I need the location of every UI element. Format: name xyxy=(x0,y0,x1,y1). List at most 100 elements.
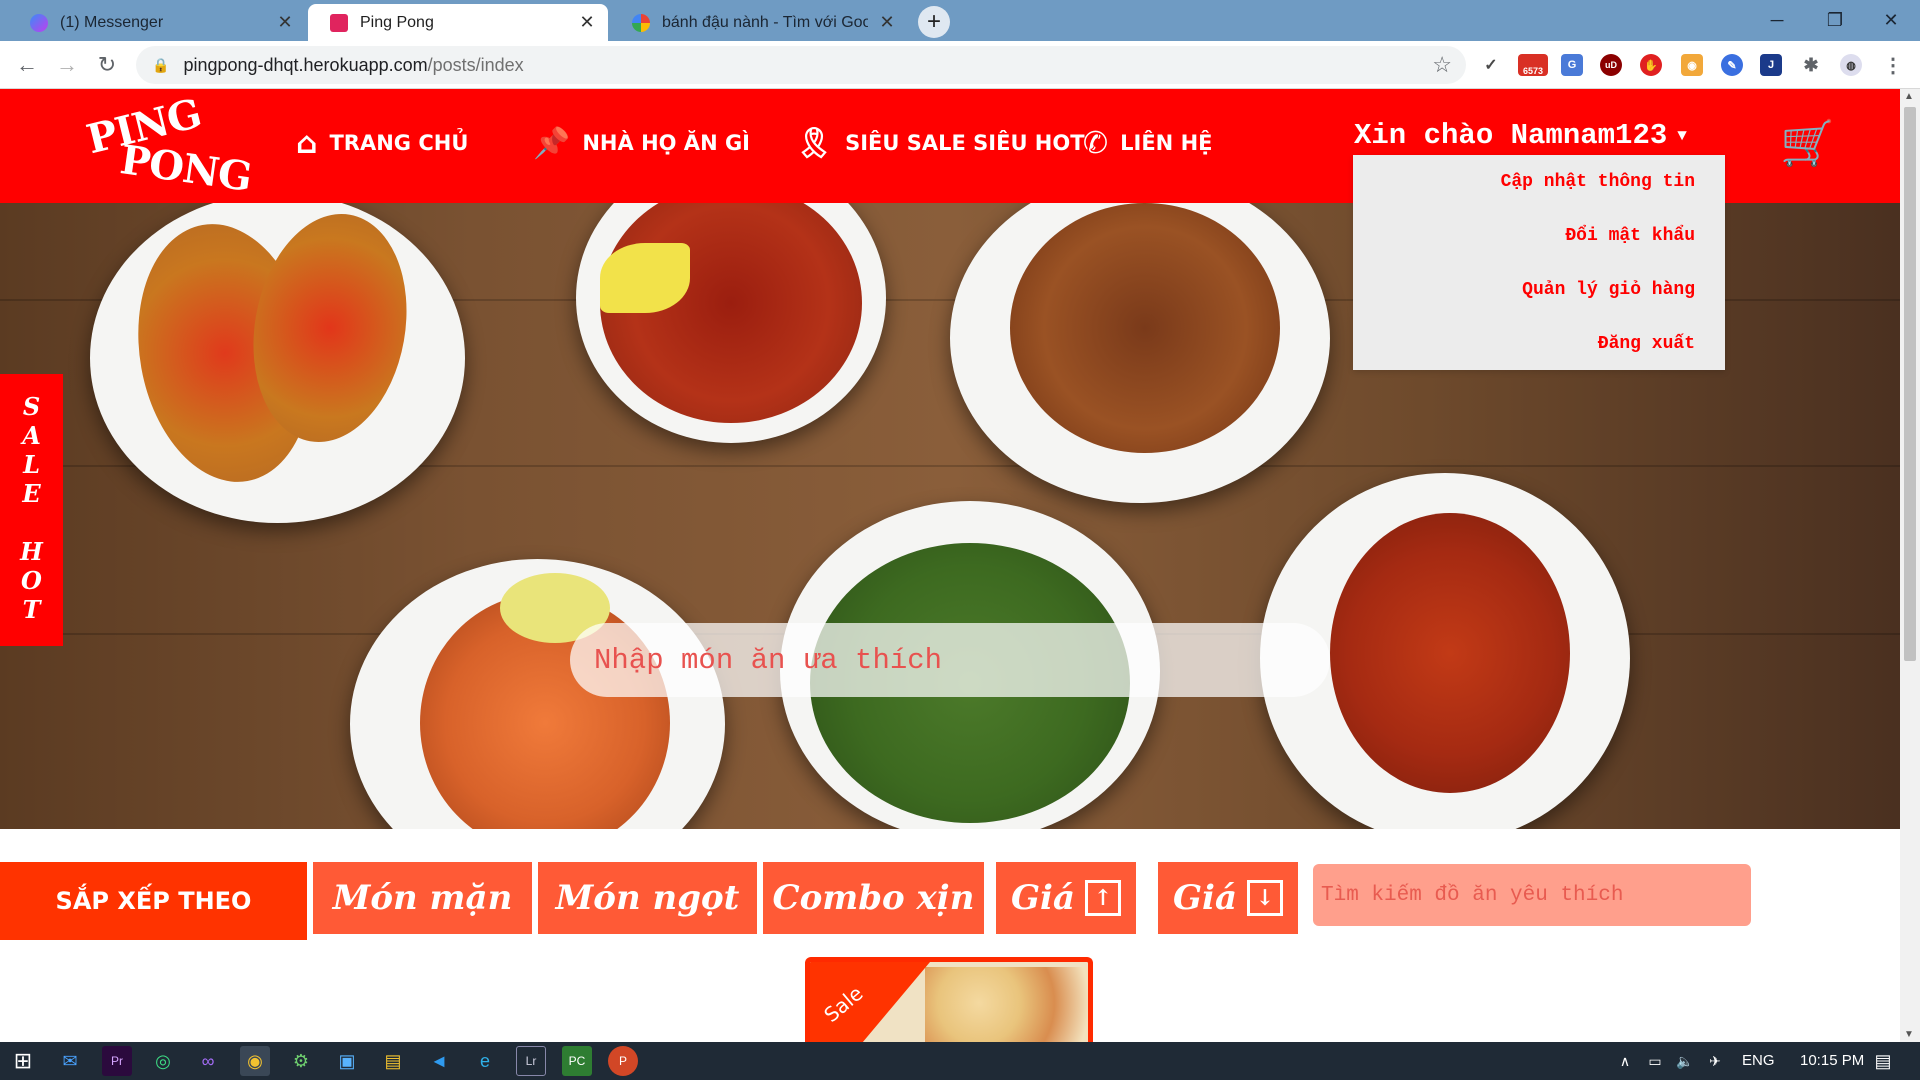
windows-taskbar: ⊞ ✉ Pr ◎ ∞ ◉ ⚙ ▣ ▤ ◄ e Lr PC P ∧ ▭ 🔈 ✈ E… xyxy=(0,1042,1920,1080)
sort-bar: SẮP XẾP THEO Món mặn Món ngọt Combo xịn … xyxy=(0,862,1900,942)
nav-label: SIÊU SALE SIÊU HOT xyxy=(845,131,1085,155)
lightroom-app-icon[interactable]: Lr xyxy=(516,1046,546,1076)
sort-button-label: Món mặn xyxy=(332,878,513,918)
vscode-app-icon[interactable]: ◄ xyxy=(424,1046,454,1076)
arrow-up-icon: ↑ xyxy=(1084,880,1121,916)
address-bar[interactable]: 🔒 pingpong-dhqt.herokuapp.com/posts/inde… xyxy=(136,46,1466,84)
user-menu-toggle[interactable]: Xin chào Namnam123 ▼ xyxy=(1354,119,1687,152)
mail-extension-icon[interactable]: 6573 xyxy=(1518,54,1548,76)
mail-app-icon[interactable]: ✉ xyxy=(55,1046,85,1076)
chrome-app-icon[interactable]: ◉ xyxy=(240,1046,270,1076)
colorpick-extension-icon[interactable]: ◉ xyxy=(1681,54,1703,76)
menu-icon[interactable]: ⋮ xyxy=(1882,54,1904,77)
adblock-extension-icon[interactable]: ✋ xyxy=(1640,54,1662,76)
hot-letter: T xyxy=(22,595,41,624)
tab-google-search[interactable]: bánh đậu nành - Tìm với Google ✕ xyxy=(610,4,908,41)
sort-button-label: Combo xịn xyxy=(772,878,975,918)
puzzle-icon[interactable]: ✱ xyxy=(1800,54,1822,76)
visual-studio-icon[interactable]: ∞ xyxy=(193,1046,223,1076)
minimize-button[interactable]: ─ xyxy=(1748,0,1806,41)
sort-price-asc-button[interactable]: Giá ↑ xyxy=(996,862,1136,934)
check-extension-icon[interactable]: ✓ xyxy=(1480,54,1502,76)
close-tab-icon[interactable]: ✕ xyxy=(876,12,898,33)
house-icon: ⌂ xyxy=(296,125,318,161)
bookmark-star-icon[interactable]: ☆ xyxy=(1432,52,1452,78)
food-search-input[interactable]: Tìm kiếm đồ ăn yêu thích xyxy=(1313,864,1751,926)
volume-icon[interactable]: 🔈 xyxy=(1670,1046,1700,1076)
tab-title: Ping Pong xyxy=(360,13,434,31)
sale-hot-side-tab[interactable]: S A L E H O T xyxy=(0,374,63,646)
profile-avatar[interactable]: ◍ xyxy=(1840,54,1862,76)
scrollbar-thumb[interactable] xyxy=(1904,107,1916,661)
battery-icon[interactable]: ▭ xyxy=(1640,1046,1670,1076)
premiere-app-icon[interactable]: Pr xyxy=(102,1046,132,1076)
reload-icon[interactable]: ↻ xyxy=(91,49,123,81)
menu-logout[interactable]: Đăng xuất xyxy=(1353,331,1695,385)
pycharm-app-icon[interactable]: PC xyxy=(562,1046,592,1076)
menu-change-password[interactable]: Đổi mật khẩu xyxy=(1353,223,1695,277)
menu-update-info[interactable]: Cập nhật thông tin xyxy=(1353,169,1695,223)
url-host: pingpong-dhqt.herokuapp.com xyxy=(183,54,428,75)
ublock-extension-icon[interactable]: uD xyxy=(1600,54,1622,76)
page-content: Nhập món ăn ưa thích PING PONG ⌂ TRANG C… xyxy=(0,89,1900,1042)
ribbon-icon: 🎗 xyxy=(795,125,834,161)
restore-button[interactable]: ❐ xyxy=(1806,0,1864,41)
scroll-down-icon[interactable]: ▼ xyxy=(1904,1029,1914,1040)
url-path: /posts/index xyxy=(427,54,524,75)
notifications-icon[interactable]: ▤ xyxy=(1868,1046,1898,1076)
airplane-icon[interactable]: ✈ xyxy=(1700,1046,1730,1076)
steam-app-icon[interactable]: ◎ xyxy=(148,1046,178,1076)
chicken-wings xyxy=(1330,513,1570,793)
page-scrollbar[interactable]: ▲ ▼ xyxy=(1900,89,1920,1042)
sort-price-desc-button[interactable]: Giá ↓ xyxy=(1158,862,1298,934)
lock-icon: 🔒 xyxy=(152,56,170,73)
messenger-icon xyxy=(30,13,48,32)
file-explorer-icon[interactable]: ▤ xyxy=(378,1046,408,1076)
back-icon[interactable]: ← xyxy=(11,49,43,81)
product-card[interactable]: Sale xyxy=(805,957,1093,1042)
grilled-skewers xyxy=(1010,203,1280,453)
product-image xyxy=(925,967,1088,1042)
edge-app-icon[interactable]: e xyxy=(470,1046,500,1076)
menu-manage-cart[interactable]: Quản lý giỏ hàng xyxy=(1353,277,1695,331)
close-tab-icon[interactable]: ✕ xyxy=(576,12,598,33)
cart-icon[interactable]: 🛒 xyxy=(1780,117,1835,169)
j-extension-icon[interactable]: J xyxy=(1760,54,1782,76)
sale-ribbon xyxy=(810,962,930,1042)
sort-button-label: Giá xyxy=(1173,878,1237,918)
browser-toolbar: ← → ↻ 🔒 pingpong-dhqt.herokuapp.com/post… xyxy=(0,41,1920,89)
new-tab-button[interactable]: + xyxy=(918,6,950,38)
sort-mon-man-button[interactable]: Món mặn xyxy=(313,862,532,934)
tab-ping-pong[interactable]: Ping Pong ✕ xyxy=(308,4,608,41)
ping-pong-logo[interactable]: PING PONG xyxy=(82,90,254,201)
clock[interactable]: 10:15 PM xyxy=(1800,1052,1864,1069)
pin-icon: 📌 xyxy=(533,125,571,161)
nav-nha-ho-an-gi[interactable]: 📌 NHÀ HỌ ĂN GÌ xyxy=(533,123,750,163)
close-window-button[interactable]: ✕ xyxy=(1862,0,1920,41)
scroll-up-icon[interactable]: ▲ xyxy=(1904,91,1914,102)
meeting-app-icon[interactable]: ▣ xyxy=(332,1046,362,1076)
windows-start-icon[interactable]: ⊞ xyxy=(8,1046,38,1076)
sort-button-label: Món ngọt xyxy=(555,878,740,918)
chevron-up-icon[interactable]: ∧ xyxy=(1610,1046,1640,1076)
tab-title: (1) Messenger xyxy=(60,13,164,31)
tab-messenger[interactable]: (1) Messenger ✕ xyxy=(8,4,306,41)
nav-label: NHÀ HỌ ĂN GÌ xyxy=(582,131,751,155)
tool-extension-icon[interactable]: ✎ xyxy=(1721,54,1743,76)
forward-icon[interactable]: → xyxy=(51,49,83,81)
translate-extension-icon[interactable]: G xyxy=(1561,54,1583,76)
nav-lien-he[interactable]: ✆ LIÊN HỆ xyxy=(1083,123,1213,163)
nav-sieu-sale[interactable]: 🎗 SIÊU SALE SIÊU HOT xyxy=(795,123,1085,163)
heart-icon xyxy=(330,13,348,32)
powerpoint-app-icon[interactable]: P xyxy=(608,1046,638,1076)
sale-letter: S xyxy=(22,392,41,421)
close-tab-icon[interactable]: ✕ xyxy=(274,12,296,33)
sort-mon-ngot-button[interactable]: Món ngọt xyxy=(538,862,757,934)
hero-search-input[interactable]: Nhập món ăn ưa thích xyxy=(570,623,1330,697)
sale-letter: A xyxy=(22,421,41,450)
language-indicator[interactable]: ENG xyxy=(1742,1052,1775,1069)
sort-combo-button[interactable]: Combo xịn xyxy=(763,862,984,934)
android-app-icon[interactable]: ⚙ xyxy=(286,1046,316,1076)
nav-trang-chu[interactable]: ⌂ TRANG CHỦ xyxy=(296,123,468,163)
